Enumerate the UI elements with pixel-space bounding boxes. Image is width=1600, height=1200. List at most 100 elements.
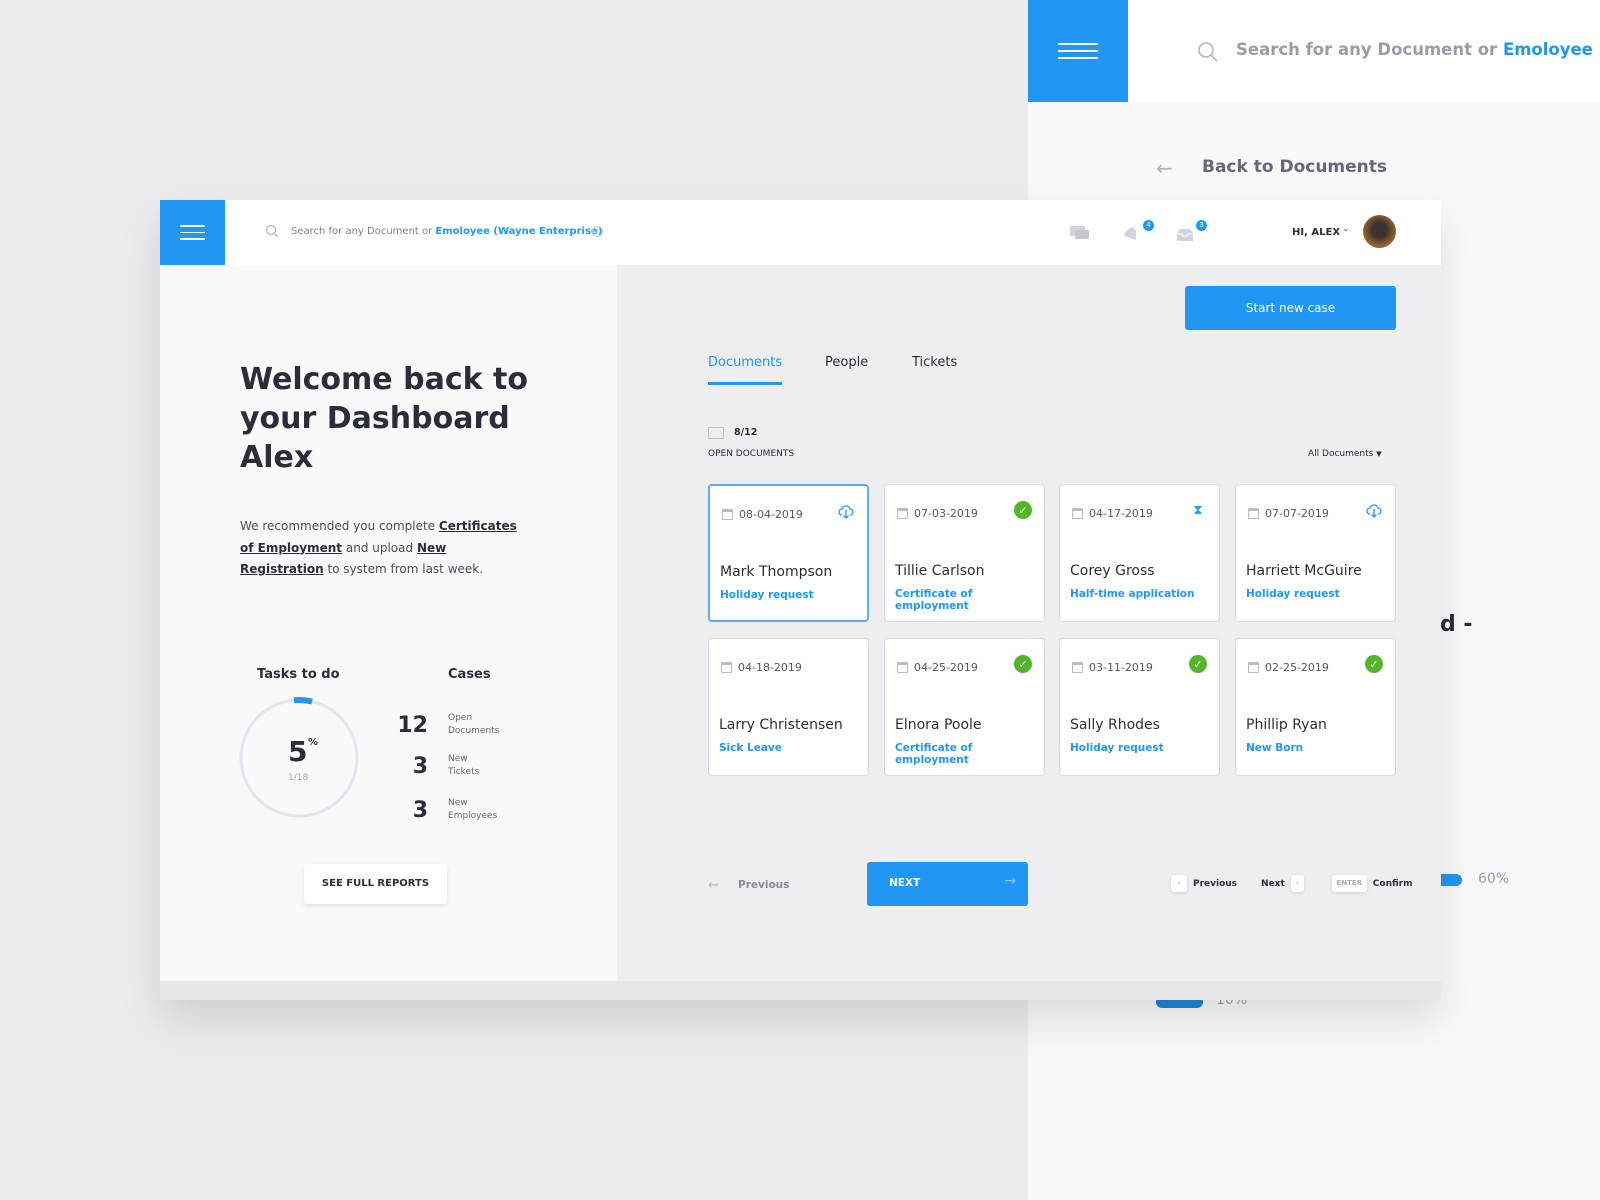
employee-name: Tillie Carlson <box>895 563 985 579</box>
card-date: 03-11-2019 <box>1072 661 1153 674</box>
card-date: 08-04-2019 <box>722 508 803 521</box>
calendar-icon <box>1248 662 1259 673</box>
background-search[interactable]: Search for any Document or Emoloyee (Way… <box>1236 40 1600 59</box>
date-text: 07-03-2019 <box>914 507 978 520</box>
card-date: 04-25-2019 <box>897 661 978 674</box>
card-date: 07-03-2019 <box>897 507 978 520</box>
tasks-heading: Tasks to do <box>257 667 340 682</box>
progress-label-60: 60% <box>1478 871 1510 887</box>
calendar-icon <box>1248 508 1259 519</box>
tab-label: Documents <box>708 355 783 370</box>
search-link: Emoloyee (Wayne Enterprise) <box>435 226 603 237</box>
user-menu[interactable]: HI, ALEX <box>1292 227 1340 238</box>
document-card[interactable]: 04-18-2019 Larry Christensen Sick Leave <box>708 638 869 776</box>
chat-icon[interactable] <box>1070 226 1090 242</box>
info-icon[interactable]: i <box>592 226 603 237</box>
text: to system from last week. <box>323 562 484 576</box>
tab-documents[interactable]: Documents <box>708 355 825 385</box>
recommendation-text: We recommended you complete Certificates… <box>240 516 530 581</box>
text: We recommended you complete <box>240 519 439 533</box>
check-icon: ✓ <box>1014 655 1032 673</box>
document-card[interactable]: 03-11-2019 ✓ Sally Rhodes Holiday request <box>1059 638 1220 776</box>
case-label: Documents <box>448 726 500 736</box>
tab-people[interactable]: People <box>825 355 912 370</box>
documents-count: 8/12 <box>734 427 758 438</box>
tasks-percent: 5 <box>288 735 308 768</box>
case-count: 3 <box>412 797 428 823</box>
menu-button[interactable] <box>160 200 225 265</box>
case-count: 3 <box>412 753 428 779</box>
document-card[interactable]: 02-25-2019 ✓ Phillip Ryan New Born <box>1235 638 1396 776</box>
case-item[interactable]: 3 New Employees <box>390 787 570 833</box>
arrow-right-icon: → <box>1004 873 1016 889</box>
see-full-reports-button[interactable]: SEE FULL REPORTS <box>304 864 447 904</box>
check-icon: ✓ <box>1189 655 1207 673</box>
check-icon: ✓ <box>1365 655 1383 673</box>
active-tab-indicator <box>708 382 782 385</box>
document-type: Certificate of employment <box>895 588 973 612</box>
case-item[interactable]: 3 New Tickets <box>390 745 570 787</box>
chevron-right-icon: › <box>1290 875 1304 892</box>
avatar[interactable] <box>1363 215 1396 248</box>
welcome-panel: Welcome back to your Dashboard Alex We r… <box>160 265 617 981</box>
date-text: 02-25-2019 <box>1265 661 1329 674</box>
notification-badge: 4 <box>1143 220 1154 231</box>
card-date: 04-18-2019 <box>721 661 802 674</box>
document-card[interactable]: 07-03-2019 ✓ Tillie Carlson Certificate of … <box>884 484 1045 622</box>
inbox-icon[interactable] <box>1176 228 1194 242</box>
case-label: New <box>448 798 468 808</box>
case-count: 12 <box>397 712 428 738</box>
hint-next: Next <box>1261 878 1285 889</box>
start-new-case-button[interactable]: Start new case <box>1185 286 1396 330</box>
folder-icon <box>708 427 724 439</box>
date-text: 04-17-2019 <box>1089 507 1153 520</box>
cloud-download-icon[interactable] <box>1365 501 1383 519</box>
employee-name: Elnora Poole <box>895 717 982 733</box>
inbox-badge: 3 <box>1196 220 1207 231</box>
document-card[interactable]: 07-07-2019 Harriett McGuire Holiday reques… <box>1235 484 1396 622</box>
employee-name: Sally Rhodes <box>1070 717 1160 733</box>
background-heading-fragment: d - <box>1440 612 1473 637</box>
search-icon <box>1198 42 1218 62</box>
check-icon: ✓ <box>1014 501 1032 519</box>
employee-name: Harriett McGuire <box>1246 563 1362 579</box>
calendar-icon <box>1072 662 1083 673</box>
card-date: 07-07-2019 <box>1248 507 1329 520</box>
chevron-down-icon[interactable]: ⌄ <box>1342 224 1350 234</box>
document-type: Holiday request <box>1246 588 1340 600</box>
cloud-download-icon[interactable] <box>837 502 855 520</box>
case-item[interactable]: 12 Open Documents <box>390 705 570 745</box>
calendar-icon <box>1072 508 1083 519</box>
menu-button-background[interactable] <box>1028 0 1128 102</box>
back-to-documents-link[interactable]: Back to Documents <box>1202 157 1387 177</box>
search-icon <box>265 224 279 238</box>
tasks-fraction: 1/18 <box>288 773 309 783</box>
documents-filter-dropdown[interactable]: All Documents ▼ <box>1308 449 1382 459</box>
date-text: 07-07-2019 <box>1265 507 1329 520</box>
cases-heading: Cases <box>448 667 491 682</box>
document-card[interactable]: 04-17-2019 ⧗ Corey Gross Half-time applicat… <box>1059 484 1220 622</box>
document-type: Half-time application <box>1070 588 1195 600</box>
previous-button[interactable]: Previous <box>738 879 789 891</box>
keyboard-hints: ‹ Previous Next › ENTER Confirm <box>1171 875 1412 892</box>
tab-tickets[interactable]: Tickets <box>912 355 957 370</box>
calendar-icon <box>722 509 733 520</box>
hint-previous: Previous <box>1193 878 1238 889</box>
calendar-icon <box>897 508 908 519</box>
tabs: Documents People Tickets <box>708 355 957 385</box>
hourglass-icon: ⧗ <box>1193 502 1203 518</box>
search-input[interactable]: Search for any Document or Emoloyee (Way… <box>291 226 602 237</box>
document-type: New Born <box>1246 742 1304 754</box>
document-card[interactable]: 04-25-2019 ✓ Elnora Poole Certificate of em… <box>884 638 1045 776</box>
document-card[interactable]: 08-04-2019 Mark Thompson Holiday request <box>708 484 869 622</box>
hint-confirm: Confirm <box>1372 878 1413 889</box>
next-button[interactable]: NEXT → <box>867 862 1028 906</box>
cases-list: 12 Open Documents 3 New Tickets 3 New Employee… <box>390 705 570 833</box>
search-placeholder: Search for any Document or <box>291 226 436 237</box>
case-label: New <box>448 754 468 764</box>
date-text: 03-11-2019 <box>1089 661 1153 674</box>
card-date: 04-17-2019 <box>1072 507 1153 520</box>
case-label: Employees <box>448 811 498 821</box>
bell-icon[interactable] <box>1122 226 1140 242</box>
dashboard-window: Search for any Document or Emoloyee (Way… <box>160 200 1441 1000</box>
